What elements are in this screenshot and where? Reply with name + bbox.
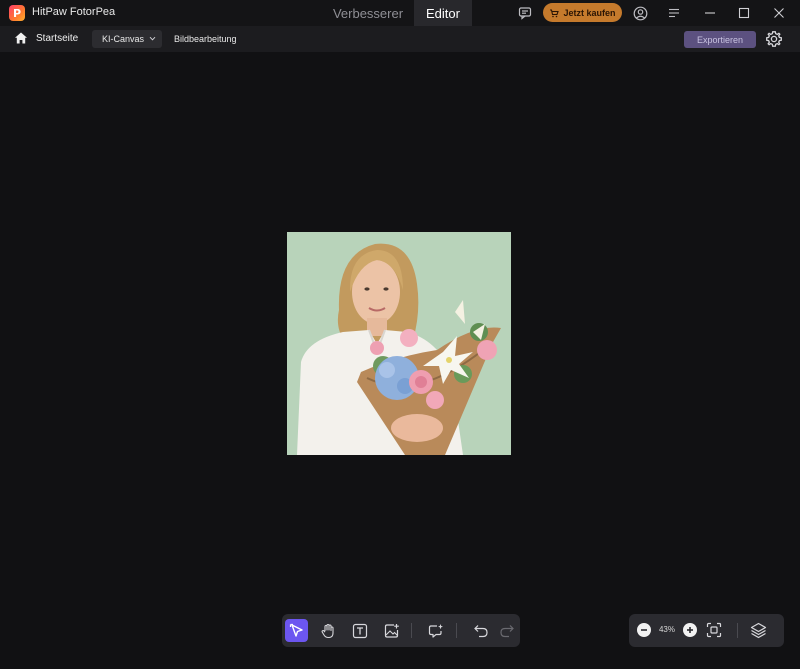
undo-button[interactable] [469, 619, 492, 642]
menu-icon[interactable] [665, 4, 683, 22]
chevron-down-icon [149, 36, 156, 41]
zoom-bar: 43% [629, 614, 784, 647]
zoom-level: 43% [658, 625, 675, 634]
layers-icon[interactable] [750, 622, 767, 639]
portrait-photo[interactable] [287, 232, 511, 455]
select-tool-button[interactable] [285, 619, 308, 642]
plus-icon [687, 627, 693, 633]
canvas-dropdown-label: KI-Canvas [102, 34, 145, 44]
gear-icon[interactable] [765, 30, 783, 48]
export-button[interactable]: Exportieren [684, 31, 756, 48]
app-title: HitPaw FotorPea [32, 6, 116, 18]
redo-button[interactable] [495, 619, 518, 642]
ai-assist-button[interactable] [424, 619, 447, 642]
fit-screen-icon[interactable] [706, 622, 722, 638]
title-bar: P HitPaw FotorPea Verbesserer Editor Jet… [0, 0, 800, 26]
tab-editor[interactable]: Editor [414, 0, 472, 26]
add-image-icon [384, 623, 399, 638]
image-editing-link[interactable]: Bildbearbeitung [174, 34, 237, 44]
hand-tool-button[interactable] [316, 619, 339, 642]
select-tool-icon [289, 623, 303, 637]
zoom-out-button[interactable] [637, 623, 651, 637]
zoom-in-button[interactable] [683, 623, 697, 637]
redo-icon [499, 624, 514, 637]
undo-icon [473, 624, 488, 637]
buy-now-button[interactable]: Jetzt kaufen [543, 3, 622, 22]
editor-toolbar: Startseite KI-Canvas Bildbearbeitung Exp… [0, 26, 800, 52]
home-icon[interactable] [14, 31, 28, 45]
maximize-icon[interactable] [735, 4, 753, 22]
zoom-divider [737, 623, 738, 638]
tool-bar [282, 614, 520, 647]
hand-tool-icon [321, 623, 334, 638]
tool-divider [411, 623, 412, 638]
text-tool-button[interactable] [348, 619, 371, 642]
home-link[interactable]: Startseite [36, 33, 78, 44]
close-icon[interactable] [770, 4, 788, 22]
text-tool-icon [352, 623, 367, 638]
tab-verbesserer[interactable]: Verbesserer [322, 0, 414, 26]
ai-assist-icon [428, 623, 443, 638]
buy-now-label: Jetzt kaufen [563, 7, 616, 18]
tool-divider [456, 623, 457, 638]
minimize-icon[interactable] [701, 4, 719, 22]
add-image-button[interactable] [380, 619, 403, 642]
app-logo-icon: P [9, 5, 25, 21]
cart-icon [550, 8, 560, 17]
canvas-dropdown[interactable]: KI-Canvas [92, 30, 162, 48]
chat-icon[interactable] [516, 4, 534, 22]
minus-icon [641, 629, 647, 631]
account-icon[interactable] [631, 4, 649, 22]
